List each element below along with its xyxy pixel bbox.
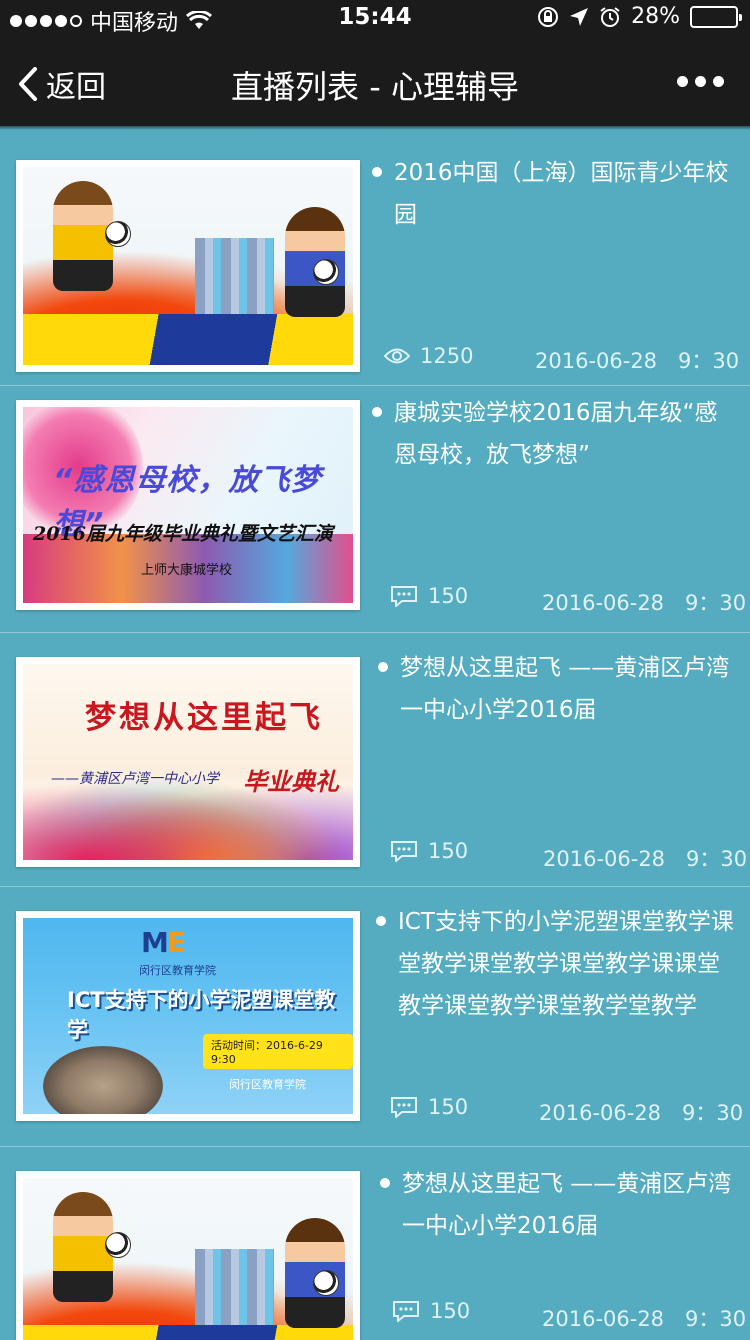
rotation-lock-icon (538, 6, 559, 27)
thumbnail-image (23, 167, 353, 365)
location-icon (570, 7, 589, 26)
nav-bar: 返回 直播列表 - 心理辅导 (0, 38, 750, 130)
list-item[interactable]: 梦想从这里起飞 ——黄浦区卢湾一中心小学2016届 150 2016-06-28… (0, 1147, 750, 1340)
thumbnail-image: ME 闵行区教育学院 ICT支持下的小学泥塑课堂教学 活动时间：2016-6-2… (23, 918, 353, 1114)
list-item[interactable]: ME 闵行区教育学院 ICT支持下的小学泥塑课堂教学 活动时间：2016-6-2… (0, 887, 750, 1147)
battery-icon (690, 5, 742, 28)
item-date: 2016-06-28 9：30 (542, 591, 747, 615)
live-list: 2016中国（上海）国际青少年校园 1250 2016-06-28 9：30 “… (0, 130, 750, 1340)
comment-count: 150 (390, 1095, 468, 1119)
comment-count: 150 (390, 839, 468, 863)
alarm-icon (600, 6, 620, 27)
list-item[interactable]: “感恩母校，放飞梦想” 2016届九年级毕业典礼暨文艺汇演 上师大康城学校 康城… (0, 386, 750, 633)
list-item[interactable]: 梦想从这里起飞 ——黄浦区卢湾一中心小学 毕业典礼 梦想从这里起飞 ——黄浦区卢… (0, 633, 750, 887)
list-item[interactable]: 2016中国（上海）国际青少年校园 1250 2016-06-28 9：30 (0, 130, 750, 386)
item-title: ICT支持下的小学泥塑课堂教学课堂教学课堂教学课堂教学课课堂教学课堂教学课堂教学… (376, 901, 740, 1027)
item-date: 2016-06-28 9：30 (539, 1101, 744, 1125)
thumbnail-image: 梦想从这里起飞 ——黄浦区卢湾一中心小学 毕业典礼 (23, 664, 353, 860)
view-count: 1250 (384, 344, 473, 368)
thumbnail (16, 160, 360, 372)
thumbnail: 梦想从这里起飞 ——黄浦区卢湾一中心小学 毕业典礼 (16, 657, 360, 867)
thumbnail (16, 1171, 360, 1340)
eye-icon (384, 348, 410, 364)
item-date: 2016-06-28 9：30 (535, 349, 740, 373)
item-title: 梦想从这里起飞 ——黄浦区卢湾一中心小学2016届 (380, 1163, 740, 1247)
more-menu-button[interactable] (677, 76, 724, 87)
item-date: 2016-06-28 9：30 (543, 847, 748, 871)
thumbnail: “感恩母校，放飞梦想” 2016届九年级毕业典礼暨文艺汇演 上师大康城学校 (16, 400, 360, 610)
item-title: 2016中国（上海）国际青少年校园 (372, 152, 740, 236)
comment-icon (391, 586, 417, 607)
thumbnail-image: “感恩母校，放飞梦想” 2016届九年级毕业典礼暨文艺汇演 上师大康城学校 (23, 407, 353, 603)
item-date: 2016-06-28 9：30 (542, 1307, 747, 1331)
comment-icon (393, 1301, 419, 1322)
comment-count: 150 (390, 584, 468, 608)
status-bar: 中国移动 15:44 28% (0, 0, 750, 38)
thumbnail-image (23, 1178, 353, 1340)
more-icon (677, 76, 688, 87)
battery-percent: 28% (631, 4, 680, 29)
item-title: 梦想从这里起飞 ——黄浦区卢湾一中心小学2016届 (378, 647, 740, 731)
thumbnail: ME 闵行区教育学院 ICT支持下的小学泥塑课堂教学 活动时间：2016-6-2… (16, 911, 360, 1121)
page-title: 直播列表 - 心理辅导 (231, 68, 519, 106)
comment-icon (391, 841, 417, 862)
comment-icon (391, 1097, 417, 1118)
item-title: 康城实验学校2016届九年级“感恩母校，放飞梦想” (372, 392, 740, 476)
comment-count: 150 (392, 1299, 470, 1323)
status-right: 28% (537, 4, 742, 29)
